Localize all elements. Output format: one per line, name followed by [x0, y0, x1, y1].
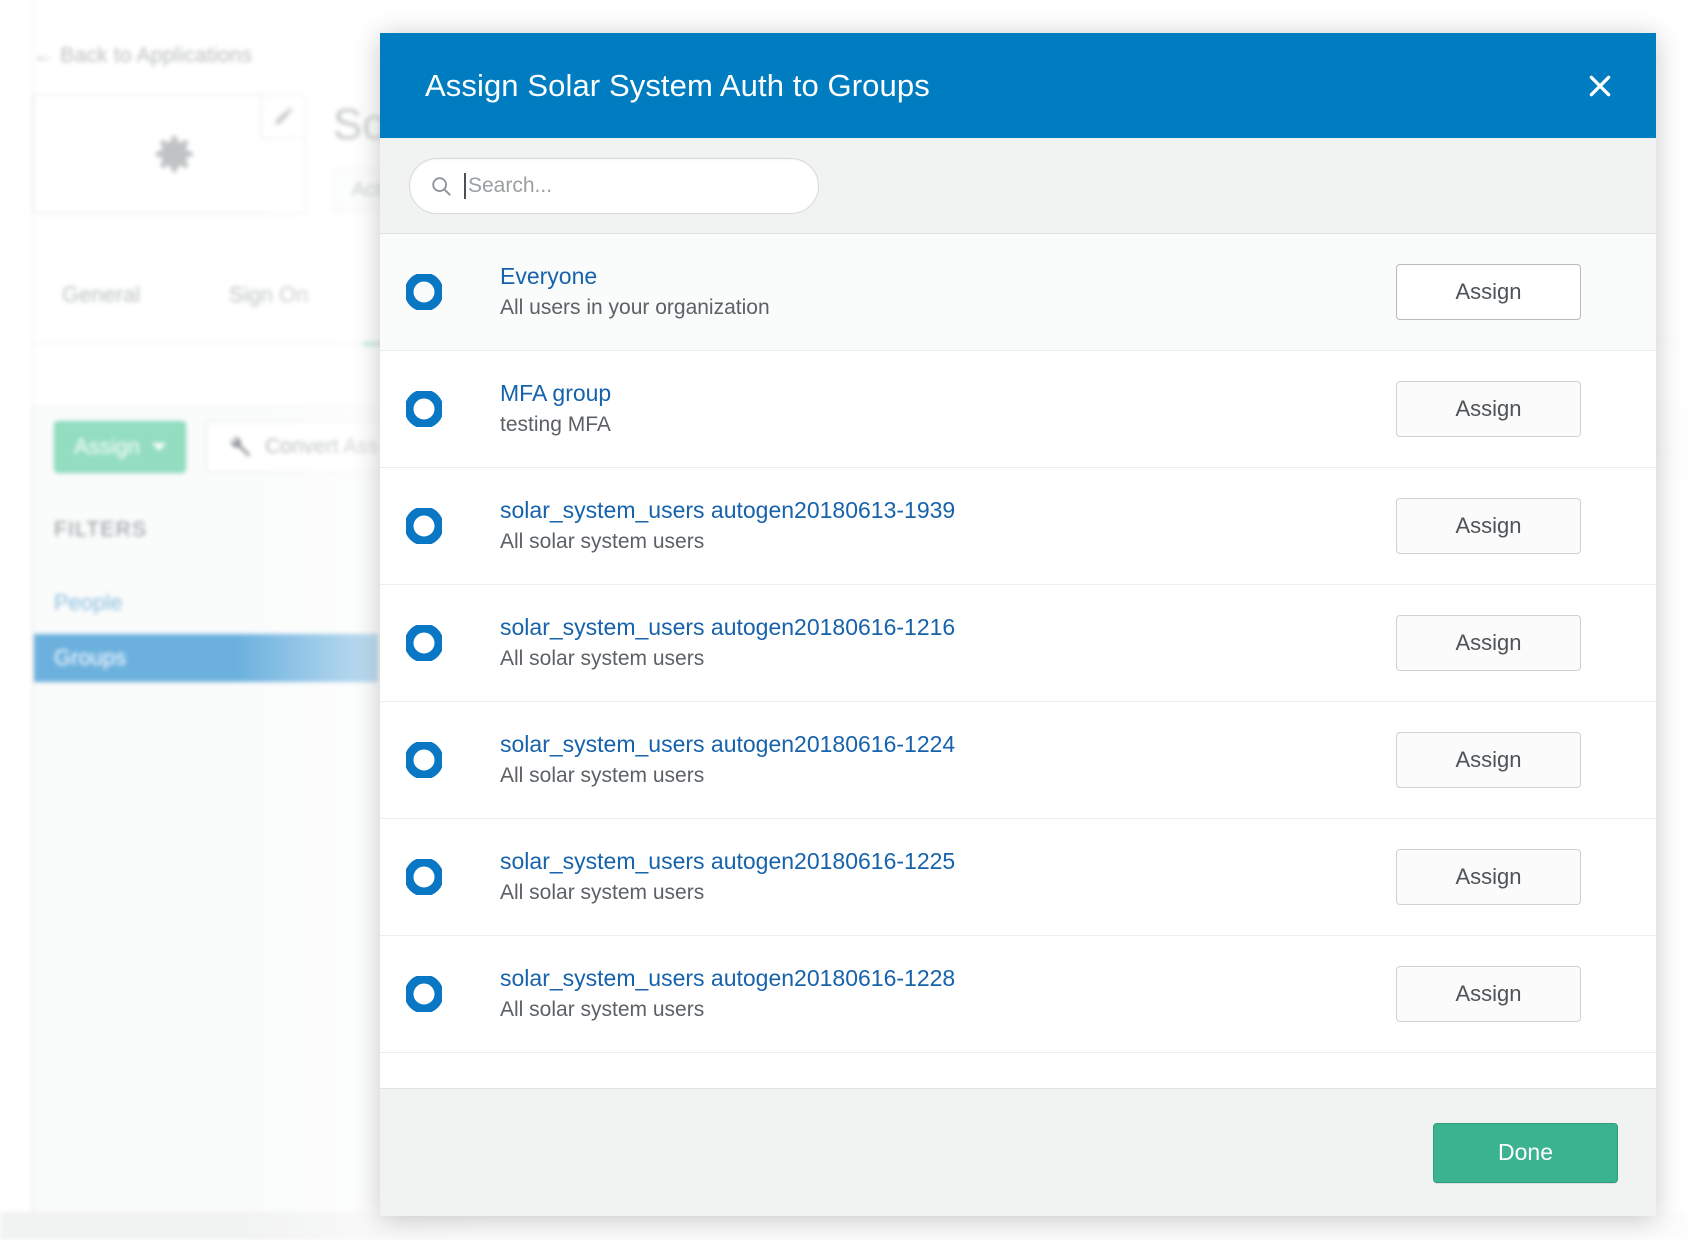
pencil-icon [273, 105, 295, 127]
group-description: All solar system users [500, 529, 1396, 556]
group-row[interactable]: MFA group testing MFAAssign [380, 351, 1656, 468]
close-icon[interactable] [1580, 66, 1620, 106]
filters-heading: FILTERS [54, 518, 147, 542]
assign-button[interactable]: Assign [1396, 732, 1581, 788]
group-row[interactable]: solar_system_users autogen20180616-1225A… [380, 819, 1656, 936]
group-text: solar_system_users autogen20180613-1939 A… [455, 496, 1396, 555]
group-action: Assign [1396, 381, 1656, 437]
assign-button[interactable]: Assign [1396, 381, 1581, 437]
group-text: solar_system_users autogen20180616-1216 A… [455, 613, 1396, 672]
chevron-down-icon [152, 443, 166, 451]
group-name[interactable]: solar_system_users autogen20180616-1225 [500, 847, 1396, 876]
back-to-applications-link[interactable]: ← Back to Applications [33, 44, 252, 68]
group-name[interactable]: solar_system_users autogen20180616-1216 [500, 613, 1396, 642]
assign-button[interactable]: Assign [1396, 498, 1581, 554]
group-description: All solar system users [500, 646, 1396, 673]
group-name[interactable]: MFA group [500, 379, 1396, 408]
modal-footer: Done [380, 1088, 1656, 1216]
group-ring-icon [393, 625, 455, 661]
modal-title: Assign Solar System Auth to Groups [425, 68, 930, 104]
convert-assignments-label: Convert Ass [265, 435, 378, 459]
text-caret [464, 173, 466, 199]
group-ring-icon [393, 508, 455, 544]
group-name[interactable]: Everyone [500, 262, 1396, 291]
tab-general[interactable]: General [62, 282, 140, 308]
group-ring-icon [393, 391, 455, 427]
group-description: All users in your organization [500, 295, 1396, 322]
search-input[interactable] [468, 174, 798, 198]
edit-logo-button[interactable] [261, 95, 305, 139]
assign-groups-modal: Assign Solar System Auth to Groups Every… [380, 33, 1656, 1216]
group-row[interactable]: Everyone All users in your organizationAs… [380, 234, 1656, 351]
group-description: All solar system users [500, 880, 1396, 907]
group-description: All solar system users [500, 763, 1396, 790]
group-description: testing MFA [500, 412, 1396, 439]
group-ring-icon [393, 976, 455, 1012]
group-row[interactable]: solar_system_users autogen20180613-1939A… [380, 468, 1656, 585]
group-action: Assign [1396, 732, 1656, 788]
group-action: Assign [1396, 264, 1656, 320]
group-row[interactable]: solar_system_users autogen20180616-1216A… [380, 585, 1656, 702]
group-action: Assign [1396, 849, 1656, 905]
group-name[interactable]: solar_system_users autogen20180616-1224 [500, 730, 1396, 759]
assign-button[interactable]: Assign [1396, 615, 1581, 671]
assign-dropdown-button[interactable]: Assign [54, 421, 186, 473]
search-field-wrapper[interactable] [409, 158, 819, 214]
gear-icon [140, 124, 200, 184]
group-action: Assign [1396, 966, 1656, 1022]
group-action: Assign [1396, 615, 1656, 671]
group-description: All solar system users [500, 997, 1396, 1024]
group-text: MFA group testing MFA [455, 379, 1396, 438]
app-logo-card [33, 94, 306, 214]
wrench-icon [227, 435, 251, 459]
modal-header: Assign Solar System Auth to Groups [380, 33, 1656, 138]
group-text: solar_system_users autogen20180616-1225 A… [455, 847, 1396, 906]
assign-button[interactable]: Assign [1396, 849, 1581, 905]
assign-dropdown-label: Assign [74, 434, 140, 460]
group-name[interactable]: solar_system_users autogen20180616-1228 [500, 964, 1396, 993]
left-gutter [0, 0, 33, 1240]
group-text: solar_system_users autogen20180616-1228 A… [455, 964, 1396, 1023]
group-row[interactable]: solar_system_users autogen20180616-1224A… [380, 702, 1656, 819]
group-row[interactable]: solar_system_users autogen20180616-1228A… [380, 936, 1656, 1053]
modal-search-bar [380, 138, 1656, 234]
group-ring-icon [393, 859, 455, 895]
done-button[interactable]: Done [1433, 1123, 1618, 1183]
filter-item-people[interactable]: People [54, 590, 123, 616]
search-icon [430, 175, 452, 197]
group-ring-icon [393, 742, 455, 778]
assign-button[interactable]: Assign [1396, 966, 1581, 1022]
group-text: solar_system_users autogen20180616-1224 A… [455, 730, 1396, 789]
page-bottom-strip [0, 1212, 1688, 1240]
tab-sign-on[interactable]: Sign On [229, 282, 309, 308]
group-name[interactable]: solar_system_users autogen20180613-1939 [500, 496, 1396, 525]
group-action: Assign [1396, 498, 1656, 554]
groups-list[interactable]: EveryoneAll users in your organizationAs… [380, 234, 1656, 1088]
assign-button[interactable]: Assign [1396, 264, 1581, 320]
group-ring-icon [393, 274, 455, 310]
group-text: Everyone All users in your organization [455, 262, 1396, 321]
